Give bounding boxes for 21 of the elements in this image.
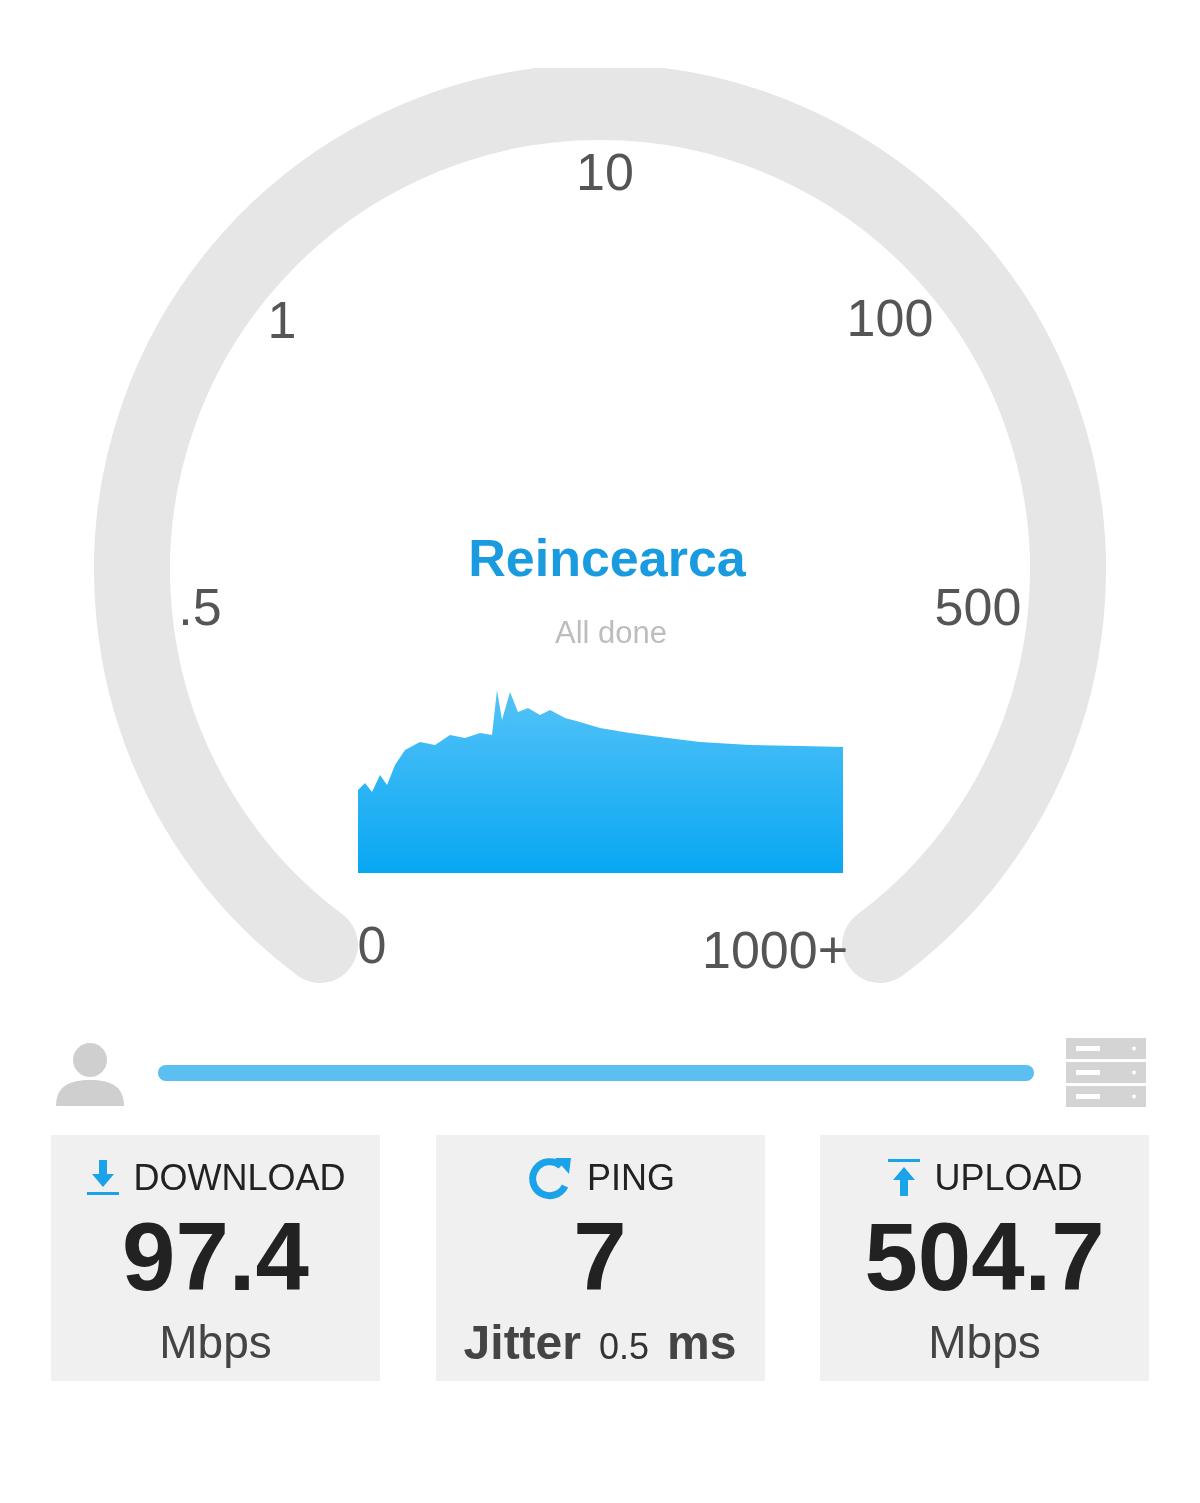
gauge-tick-label: 10 — [576, 146, 634, 198]
gauge-tick-label: 100 — [846, 292, 934, 344]
gauge-tick-label: 0 — [357, 919, 387, 971]
gauge-tick-label: .5 — [178, 581, 222, 633]
jitter-unit: ms — [667, 1319, 737, 1367]
download-icon — [85, 1158, 122, 1198]
jitter-label: Jitter — [463, 1319, 581, 1367]
restart-link[interactable]: Reincearca — [468, 532, 746, 584]
gauge-tick-label: 500 — [934, 581, 1022, 633]
result-label: UPLOAD — [934, 1160, 1083, 1196]
result-label: DOWNLOAD — [133, 1160, 346, 1196]
upload-icon — [886, 1157, 923, 1199]
status-text: All done — [555, 616, 667, 648]
jitter-value: 0.5 — [598, 1329, 649, 1365]
result-value: 504.7 — [864, 1209, 1105, 1305]
result-value: 97.4 — [122, 1209, 309, 1305]
gauge-tick-label: 1000+ — [702, 924, 848, 976]
result-value: 7 — [573, 1209, 627, 1305]
result-label: PING — [587, 1160, 675, 1196]
gauge-tick-label: 1 — [267, 294, 297, 346]
server-icon — [1066, 1037, 1146, 1108]
